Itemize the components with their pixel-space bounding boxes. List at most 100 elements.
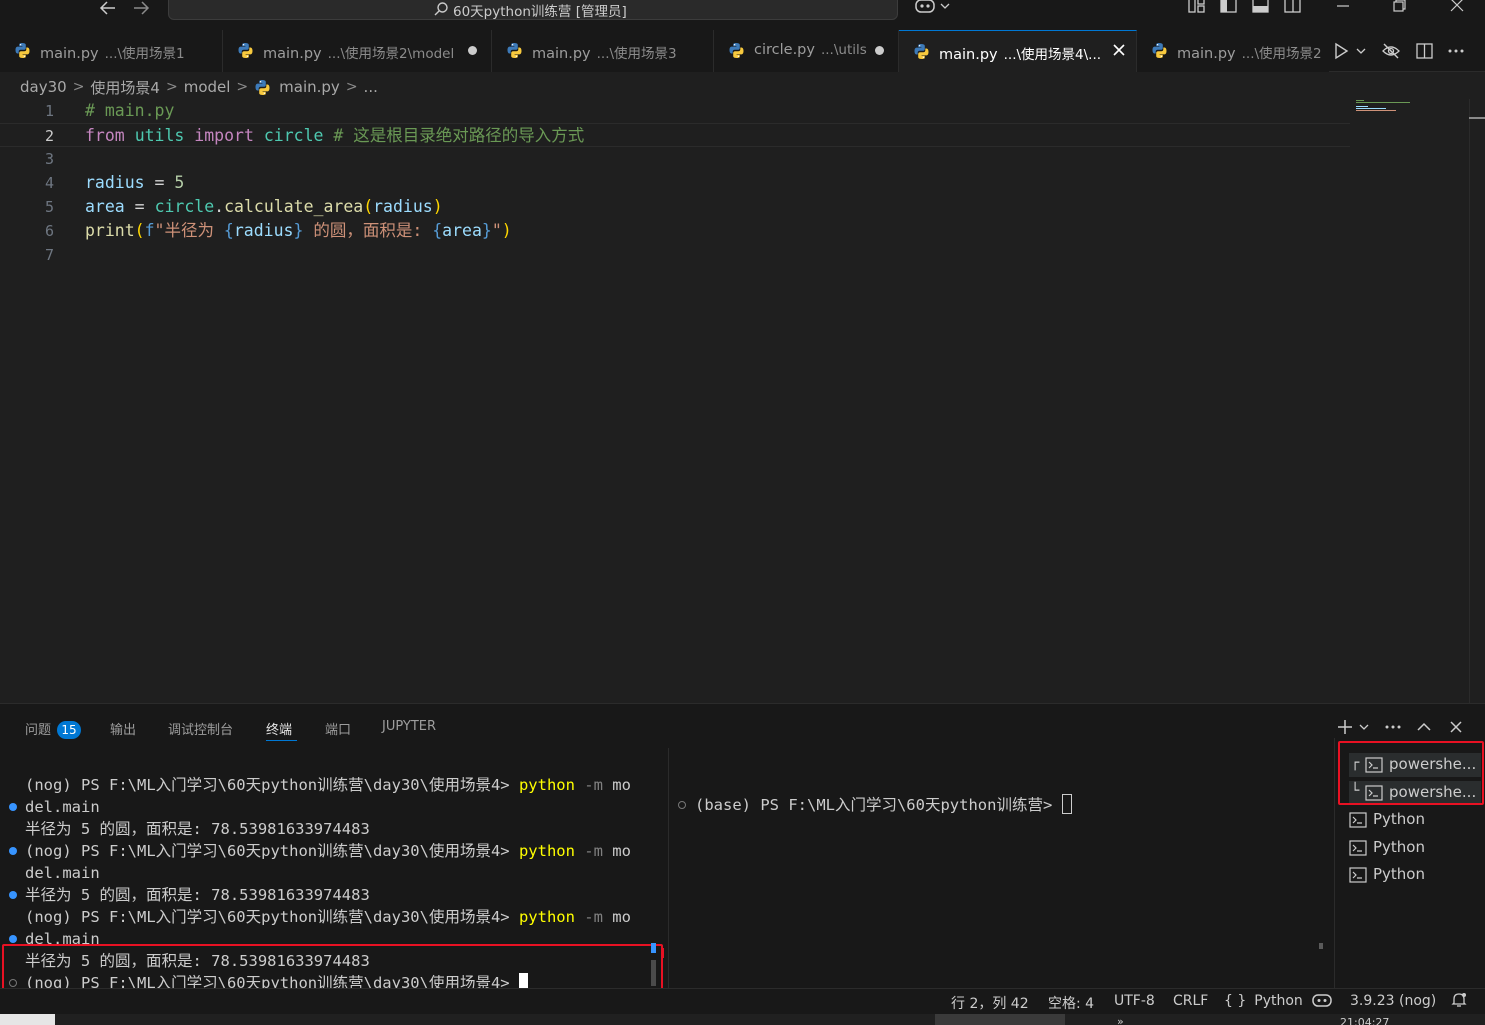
arrow-left-icon[interactable] — [98, 0, 118, 18]
copilot-icon[interactable] — [914, 0, 954, 16]
maximize-panel-icon[interactable] — [1414, 718, 1434, 736]
code-line[interactable]: 6 print(f"半径为 {radius} 的圆，面积是: {area}") — [0, 219, 1350, 243]
code-line[interactable]: 2 from utils import circle # 这是根目录绝对路径的导入… — [0, 123, 1350, 147]
cursor-position[interactable]: 行 2，列 42 — [951, 993, 1029, 1013]
tab-main-py-scene4-active[interactable]: main.py ...\使用场景4\... — [899, 30, 1137, 72]
code-line[interactable]: 5 area = circle.calculate_area(radius) — [0, 195, 1350, 219]
tab-label: main.py — [939, 47, 998, 63]
line-number: 1 — [44, 102, 54, 120]
arrow-right-icon[interactable] — [131, 0, 151, 18]
command-decoration-icon[interactable] — [9, 847, 17, 855]
tab-debug-console[interactable]: 调试控制台 — [168, 719, 233, 738]
end-of-line[interactable]: CRLF — [1173, 993, 1208, 1009]
chevron-right-icon: > — [165, 79, 178, 95]
tab-label: main.py — [532, 46, 591, 62]
run-python-file-icon[interactable] — [1333, 42, 1367, 60]
breadcrumb-symbols[interactable]: ... — [364, 78, 378, 96]
tab-ports[interactable]: 端口 — [325, 719, 351, 738]
terminal-instance-python[interactable]: Python — [1349, 836, 1481, 860]
close-panel-icon[interactable] — [1446, 718, 1466, 736]
eye-closed-icon[interactable] — [1381, 42, 1401, 60]
code-token: ( — [363, 197, 374, 216]
toggle-primary-sidebar-icon[interactable] — [1219, 0, 1239, 14]
terminal-instance-python[interactable]: Python — [1349, 863, 1481, 887]
unsaved-dot-icon[interactable] — [875, 46, 884, 55]
tab-jupyter[interactable]: JUPYTER — [382, 719, 436, 734]
tab-problems-label: 问题 — [25, 723, 52, 738]
overflow-chevron-icon[interactable]: » — [1117, 1015, 1124, 1025]
python-file-icon — [237, 42, 254, 59]
breadcrumb-scene4[interactable]: 使用场景4 — [90, 77, 160, 98]
toggle-panel-icon[interactable] — [1251, 0, 1271, 14]
code-token: from — [85, 126, 125, 145]
code-token: "半径为 — [154, 221, 224, 240]
status-bar: 行 2，列 42 空格: 4 UTF-8 CRLF { } Python 3.9.… — [0, 988, 1485, 1014]
language-mode[interactable]: { } Python — [1224, 993, 1303, 1009]
editor-tab-bar: main.py ...\使用场景1 main.py ...\使用场景2\model … — [0, 30, 1485, 72]
code-line[interactable]: 7 — [0, 243, 1350, 267]
close-window-icon[interactable] — [1445, 0, 1469, 16]
breadcrumb-day30[interactable]: day30 — [20, 78, 67, 96]
more-actions-icon[interactable] — [1446, 42, 1466, 60]
copilot-status-icon[interactable] — [1312, 991, 1332, 1009]
code-line[interactable]: 1 # main.py — [0, 99, 1350, 123]
terminal-scrollbar-thumb[interactable] — [1319, 943, 1323, 949]
tab-problems[interactable]: 问题 15 — [25, 719, 82, 739]
tab-path: ...\使用场景2\model — [327, 46, 455, 62]
close-tab-icon[interactable] — [1111, 42, 1127, 58]
code-editor[interactable]: 1 # main.py 2 from utils import circle # 这是… — [0, 99, 1485, 703]
terminal-right-pane[interactable]: (base) PS F:\ML入门学习\60天python训练营> — [669, 748, 1323, 989]
terminal-arg-tail: mo — [612, 776, 631, 794]
terminal-instance-label: Python — [1373, 837, 1425, 856]
line-number: 7 — [44, 246, 54, 264]
terminal-left-pane[interactable]: (nog) PS F:\ML入门学习\60天python训练营\day30\使用… — [0, 748, 668, 989]
terminal-text: del.main — [25, 798, 100, 816]
breadcrumb-model[interactable]: model — [184, 78, 231, 96]
unsaved-dot-icon[interactable] — [468, 46, 477, 55]
terminal-line: del.main — [25, 862, 100, 884]
command-decoration-icon[interactable] — [9, 891, 17, 899]
more-actions-icon[interactable] — [1383, 718, 1403, 736]
breadcrumb-main-py[interactable]: main.py — [279, 78, 340, 96]
code-token: } — [293, 221, 304, 240]
code-content: area = circle.calculate_area(radius) — [85, 195, 443, 219]
code-line[interactable]: 3 — [0, 147, 1350, 171]
indentation[interactable]: 空格: 4 — [1048, 993, 1094, 1013]
customize-layout-icon[interactable] — [1187, 0, 1207, 14]
tab-label: main.py — [1177, 46, 1236, 62]
line-number: 5 — [44, 198, 54, 216]
tab-path: ...\使用场景3 — [596, 46, 677, 62]
command-decoration-icon[interactable] — [9, 935, 17, 943]
restore-icon[interactable] — [1387, 0, 1411, 16]
new-terminal-icon[interactable] — [1336, 718, 1372, 736]
toggle-secondary-sidebar-icon[interactable] — [1283, 0, 1303, 14]
tab-main-py-scene2[interactable]: main.py ...\使用场景2 — [1137, 30, 1329, 72]
command-center[interactable]: 60天python训练营 [管理员] — [168, 0, 898, 20]
encoding[interactable]: UTF-8 — [1114, 993, 1155, 1009]
tab-terminal[interactable]: 终端 — [266, 719, 292, 738]
editor-scrollbar-thumb[interactable] — [1469, 117, 1485, 119]
tab-output[interactable]: 输出 — [110, 719, 136, 738]
taskbar-widget[interactable] — [0, 1014, 55, 1025]
terminal-scrollbar[interactable] — [650, 748, 664, 989]
language-label: Python — [1254, 993, 1303, 1009]
python-interpreter[interactable]: 3.9.23 (nog) — [1350, 993, 1436, 1009]
tab-path: ...\使用场景1 — [104, 46, 185, 62]
notifications-bell-icon[interactable] — [1450, 991, 1468, 1009]
terminal-text: del.main — [25, 864, 100, 882]
tab-main-py-scene1[interactable]: main.py ...\使用场景1 — [0, 30, 223, 72]
split-editor-icon[interactable] — [1415, 42, 1435, 60]
taskbar-app[interactable] — [935, 1014, 1065, 1025]
minimize-icon[interactable] — [1331, 0, 1355, 16]
code-line[interactable]: 4 radius = 5 — [0, 171, 1350, 195]
minimap[interactable] — [1354, 99, 1414, 115]
terminal-instance-python[interactable]: Python — [1349, 808, 1481, 832]
tab-circle-py[interactable]: circle.py ...\utils — [714, 30, 899, 72]
code-token: circle — [154, 197, 215, 216]
tab-main-py-scene2-model[interactable]: main.py ...\使用场景2\model — [223, 30, 492, 72]
os-taskbar: » 21:04:27 — [0, 1014, 1485, 1025]
command-decoration-icon[interactable] — [9, 803, 17, 811]
tab-main-py-scene3[interactable]: main.py ...\使用场景3 — [492, 30, 714, 72]
